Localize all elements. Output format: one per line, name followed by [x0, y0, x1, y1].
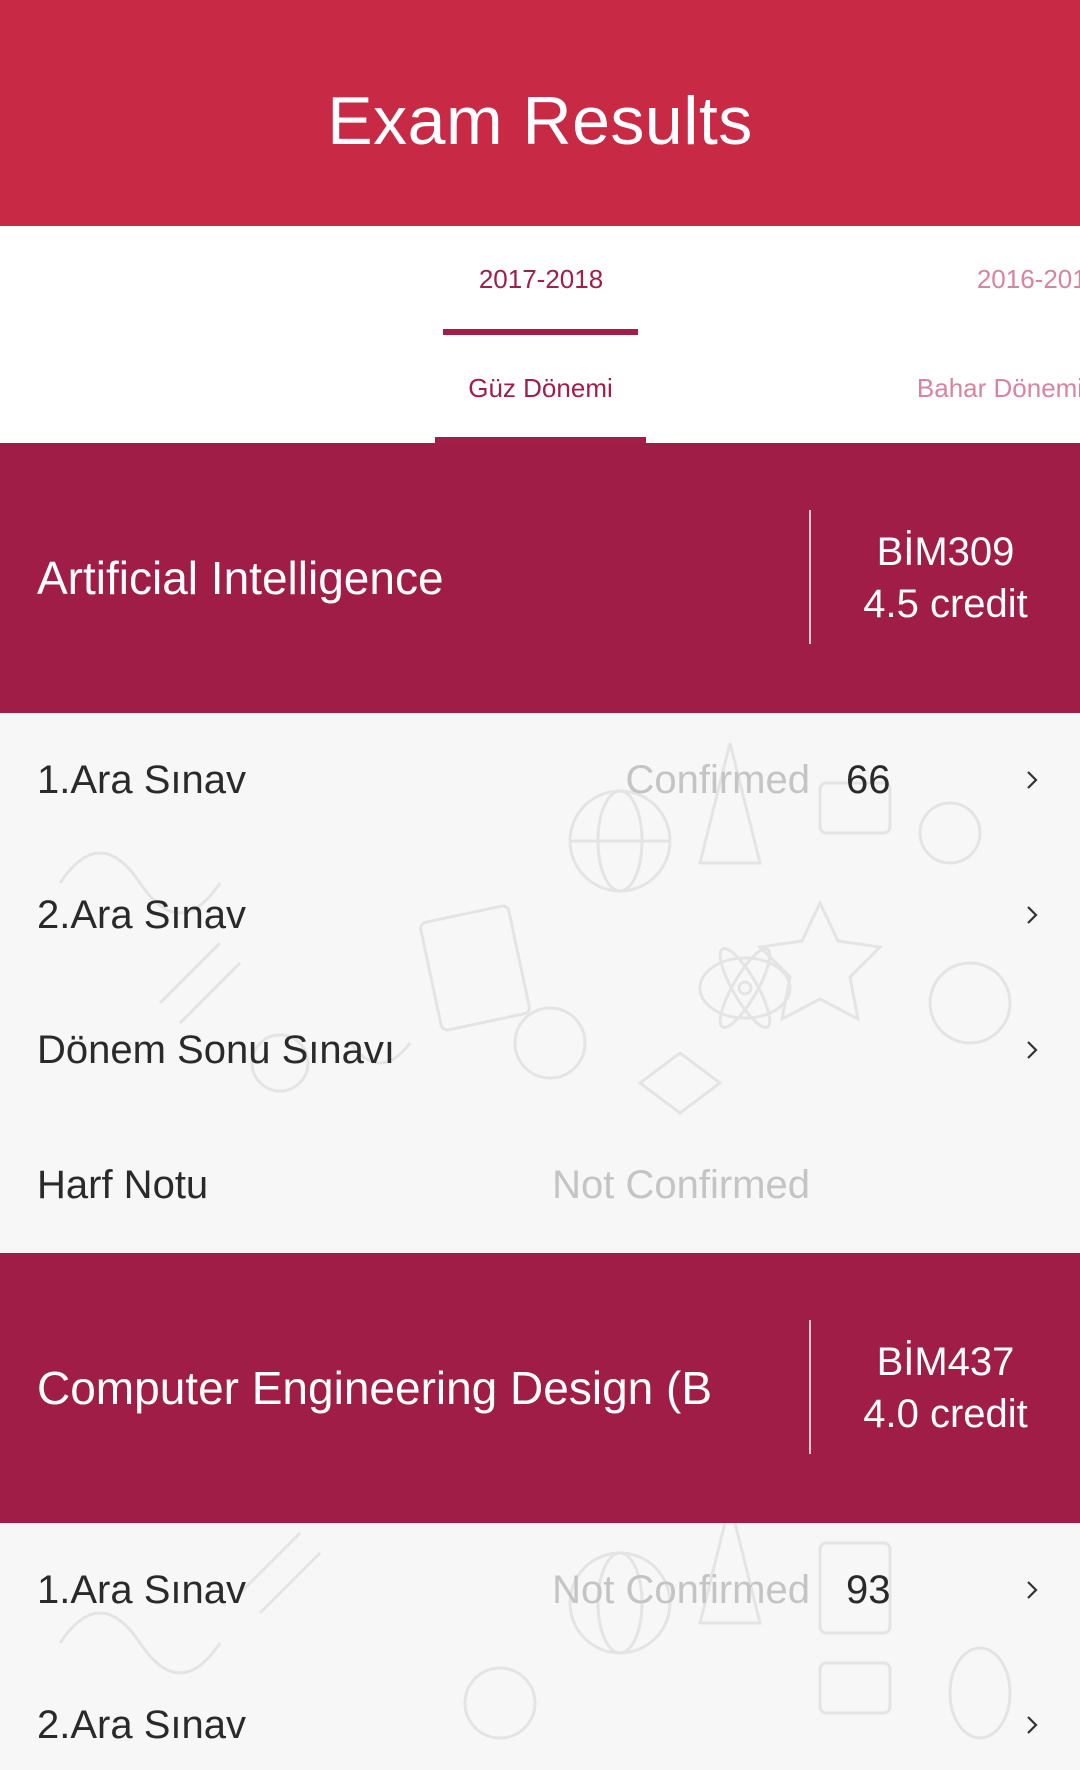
exam-row[interactable]: 1.Ara Sınav Confirmed 66: [0, 713, 1080, 848]
exam-row[interactable]: 2.Ara Sınav: [0, 1658, 1080, 1770]
chevron-right-icon[interactable]: [1022, 1035, 1042, 1065]
exam-name: Dönem Sonu Sınavı: [37, 1028, 395, 1072]
course-credit: 4.0 credit: [863, 1392, 1028, 1436]
exam-status: Not Confirmed: [552, 1568, 810, 1612]
course-credit: 4.5 credit: [863, 582, 1028, 626]
term-tab-bar: Güz Dönemi Bahar Dönemi: [0, 335, 1080, 443]
exam-status: Confirmed: [625, 758, 810, 802]
tab-year-2016-2017[interactable]: 2016-2017: [940, 226, 1080, 335]
tab-term-bahar[interactable]: Bahar Dönemi: [900, 335, 1080, 443]
exam-row[interactable]: 2.Ara Sınav: [0, 848, 1080, 983]
exam-name: Harf Notu: [37, 1163, 209, 1207]
course-header: Computer Engineering Design (B BİM437 4.…: [0, 1253, 1080, 1523]
tab-year-2017-2018[interactable]: 2017-2018: [442, 226, 640, 335]
exam-score: 66: [846, 758, 891, 802]
tab-term-guz[interactable]: Güz Dönemi: [435, 335, 646, 443]
exam-name: 1.Ara Sınav: [37, 758, 247, 802]
course-meta: BİM437 4.0 credit: [811, 1253, 1080, 1523]
chevron-right-icon[interactable]: [1022, 1710, 1042, 1740]
exam-row[interactable]: Dönem Sonu Sınavı: [0, 983, 1080, 1118]
exam-row[interactable]: 1.Ara Sınav Not Confirmed 93: [0, 1523, 1080, 1658]
year-tab-bar: 2017-2018 2016-2017: [0, 226, 1080, 335]
exam-name: 2.Ara Sınav: [37, 1703, 247, 1747]
tab-label: 2017-2018: [478, 264, 604, 294]
tab-label: 2016-2017: [976, 264, 1080, 294]
chevron-right-icon[interactable]: [1022, 1575, 1042, 1605]
course-meta: BİM309 4.5 credit: [811, 443, 1080, 713]
tab-label: Güz Dönemi: [468, 373, 613, 403]
exam-status: Not Confirmed: [552, 1163, 810, 1207]
results-list[interactable]: Artificial Intelligence BİM309 4.5 credi…: [0, 443, 1080, 1770]
chevron-right-icon[interactable]: [1022, 765, 1042, 795]
course-name: Computer Engineering Design (B: [37, 1362, 713, 1414]
tab-label: Bahar Dönemi: [916, 373, 1080, 403]
course-header: Artificial Intelligence BİM309 4.5 credi…: [0, 443, 1080, 713]
chevron-right-icon[interactable]: [1022, 900, 1042, 930]
course-name: Artificial Intelligence: [37, 552, 444, 604]
page-title: Exam Results: [327, 83, 753, 159]
exam-name: 2.Ara Sınav: [37, 893, 247, 937]
course-code: BİM309: [876, 530, 1015, 574]
exam-score: 93: [846, 1568, 891, 1612]
exam-row: Harf Notu Not Confirmed: [0, 1118, 1080, 1253]
course-code: BİM437: [876, 1340, 1015, 1384]
app-header: Exam Results: [0, 0, 1080, 226]
exam-name: 1.Ara Sınav: [37, 1568, 247, 1612]
